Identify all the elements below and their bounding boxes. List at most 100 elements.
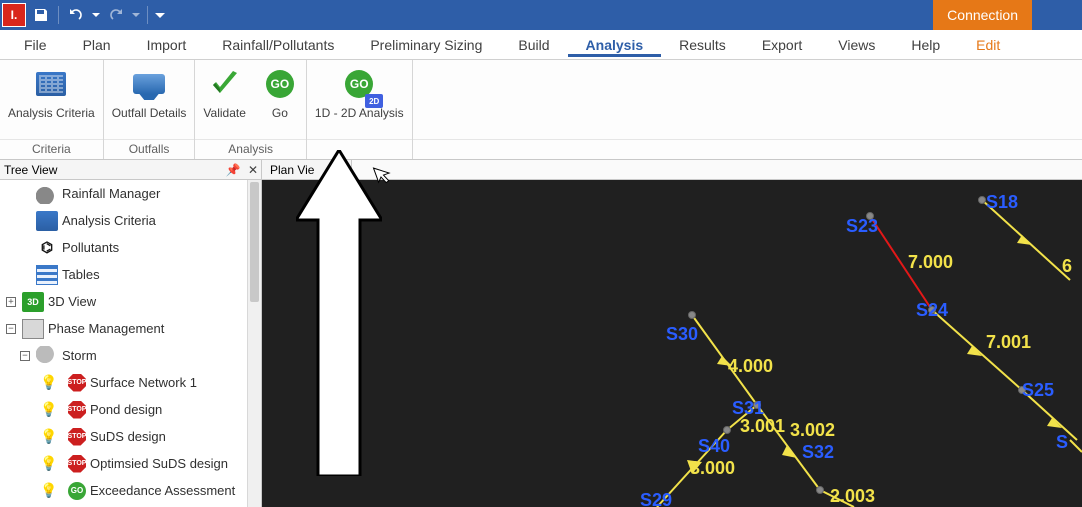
tree-item-optimised-suds[interactable]: 💡 STOP Optimsied SuDS design bbox=[0, 450, 247, 477]
node-dot[interactable] bbox=[816, 486, 824, 494]
tree-item-label: Surface Network 1 bbox=[90, 375, 197, 390]
menu-views[interactable]: Views bbox=[820, 33, 893, 57]
separator bbox=[58, 6, 59, 24]
tree-item-label: Storm bbox=[62, 348, 97, 363]
redo-icon[interactable] bbox=[105, 4, 127, 26]
tree-item-label: Tables bbox=[62, 267, 100, 282]
ribbon-btn-label: Outfall Details bbox=[112, 106, 187, 120]
tree-item-tables[interactable]: Tables bbox=[0, 261, 247, 288]
tree-item-storm[interactable]: − Storm bbox=[0, 342, 247, 369]
validate-button[interactable]: Validate bbox=[195, 60, 253, 139]
close-icon[interactable]: ✕ bbox=[245, 163, 261, 177]
tree-item-pond-design[interactable]: 💡 STOP Pond design bbox=[0, 396, 247, 423]
collapse-icon[interactable]: − bbox=[6, 324, 16, 334]
plan-view-panel: Plan Vie bbox=[262, 160, 1082, 507]
grid-icon bbox=[36, 211, 58, 231]
tree-item-surface-network[interactable]: 💡 STOP Surface Network 1 bbox=[0, 369, 247, 396]
ribbon-group-criteria: Analysis Criteria Criteria bbox=[0, 60, 104, 159]
menu-analysis[interactable]: Analysis bbox=[568, 33, 662, 57]
menu-results[interactable]: Results bbox=[661, 33, 744, 57]
ribbon-btn-label: Analysis Criteria bbox=[8, 106, 95, 120]
tree-item-label: Pollutants bbox=[62, 240, 119, 255]
bulb-icon: 💡 bbox=[38, 481, 60, 501]
tab-strip bbox=[352, 160, 1082, 180]
ribbon-empty bbox=[413, 60, 1082, 159]
tree-item-label: Phase Management bbox=[48, 321, 164, 336]
tree-item-label: Analysis Criteria bbox=[62, 213, 156, 228]
menu-build[interactable]: Build bbox=[500, 33, 567, 57]
node-label: S40 bbox=[698, 436, 730, 457]
expand-icon[interactable]: + bbox=[6, 297, 16, 307]
ribbon-group-label: Criteria bbox=[0, 139, 103, 159]
node-label: S30 bbox=[666, 324, 698, 345]
qat-customize-icon[interactable] bbox=[154, 4, 166, 26]
menu-help[interactable]: Help bbox=[893, 33, 958, 57]
plan-canvas[interactable]: S18 S23 S24 S25 S30 S31 S32 S40 S29 S 7.… bbox=[262, 180, 1082, 507]
tree-item-label: 3D View bbox=[48, 294, 96, 309]
tree-body: Rainfall Manager Analysis Criteria ⌬ Pol… bbox=[0, 180, 261, 507]
node-dot[interactable] bbox=[723, 426, 731, 434]
link-label: 3.002 bbox=[790, 420, 835, 441]
save-icon[interactable] bbox=[30, 4, 52, 26]
tree-item-label: Pond design bbox=[90, 402, 162, 417]
ribbon-group-label: Analysis bbox=[195, 139, 305, 159]
bulb-icon: 💡 bbox=[38, 373, 60, 393]
phase-icon bbox=[22, 319, 44, 339]
node-label: S25 bbox=[1022, 380, 1054, 401]
menu-export[interactable]: Export bbox=[744, 33, 820, 57]
1d-2d-analysis-button[interactable]: GO 2D 1D - 2D Analysis bbox=[307, 60, 412, 139]
link-label: 2.003 bbox=[830, 486, 875, 507]
ribbon-btn-label: 1D - 2D Analysis bbox=[315, 106, 404, 120]
tree-item-suds-design[interactable]: 💡 STOP SuDS design bbox=[0, 423, 247, 450]
ribbon: Analysis Criteria Criteria Outfall Detai… bbox=[0, 60, 1082, 160]
collapse-icon[interactable]: − bbox=[20, 351, 30, 361]
link-label: 4.000 bbox=[728, 356, 773, 377]
tree-item-pollutants[interactable]: ⌬ Pollutants bbox=[0, 234, 247, 261]
undo-dropdown-icon[interactable] bbox=[91, 4, 101, 26]
node-label: S24 bbox=[916, 300, 948, 321]
checkmark-icon bbox=[207, 66, 243, 102]
vertical-scrollbar[interactable] bbox=[247, 180, 261, 507]
table-icon bbox=[36, 265, 58, 285]
ribbon-group-1d2d: GO 2D 1D - 2D Analysis bbox=[307, 60, 413, 159]
ribbon-group-outfalls: Outfall Details Outfalls bbox=[104, 60, 196, 159]
analysis-criteria-button[interactable]: Analysis Criteria bbox=[0, 60, 103, 139]
tree-item-analysis-criteria[interactable]: Analysis Criteria bbox=[0, 207, 247, 234]
menu-bar: File Plan Import Rainfall/Pollutants Pre… bbox=[0, 30, 1082, 60]
connection-button[interactable]: Connection bbox=[933, 0, 1032, 30]
link-label: 7.001 bbox=[986, 332, 1031, 353]
node-dot[interactable] bbox=[688, 311, 696, 319]
ribbon-group-analysis: Validate GO Go Analysis bbox=[195, 60, 306, 159]
pin-icon[interactable]: 📌 bbox=[225, 163, 241, 177]
link-label: 6 bbox=[1062, 256, 1072, 277]
ribbon-btn-label: Go bbox=[272, 106, 288, 120]
undo-icon[interactable] bbox=[65, 4, 87, 26]
node-label: S bbox=[1056, 432, 1068, 453]
app-icon[interactable]: I. bbox=[2, 3, 26, 27]
outfall-details-button[interactable]: Outfall Details bbox=[104, 60, 195, 139]
tree-item-rainfall-manager[interactable]: Rainfall Manager bbox=[0, 180, 247, 207]
go-button[interactable]: GO Go bbox=[254, 60, 306, 139]
tree-item-label: Exceedance Assessment bbox=[90, 483, 235, 498]
stop-icon: STOP bbox=[68, 455, 86, 473]
menu-plan[interactable]: Plan bbox=[65, 33, 129, 57]
tab-label: Plan Vie bbox=[270, 163, 314, 177]
ribbon-group-label bbox=[307, 139, 412, 159]
menu-edit[interactable]: Edit bbox=[958, 33, 1018, 57]
cube-3d-icon: 3D bbox=[22, 292, 44, 312]
tree-item-exceedance-assessment[interactable]: 💡 GO Exceedance Assessment bbox=[0, 477, 247, 504]
tree-view-header: Tree View 📌 ✕ bbox=[0, 160, 261, 180]
menu-preliminary-sizing[interactable]: Preliminary Sizing bbox=[352, 33, 500, 57]
redo-dropdown-icon[interactable] bbox=[131, 4, 141, 26]
title-bar: I. Connection bbox=[0, 0, 1082, 30]
menu-rainfall-pollutants[interactable]: Rainfall/Pollutants bbox=[204, 33, 352, 57]
cloud-icon bbox=[36, 184, 58, 204]
menu-file[interactable]: File bbox=[6, 33, 65, 57]
window-controls[interactable] bbox=[1032, 0, 1082, 30]
outfall-icon bbox=[133, 74, 165, 94]
menu-import[interactable]: Import bbox=[129, 33, 205, 57]
tree-item-3d-view[interactable]: + 3D 3D View bbox=[0, 288, 247, 315]
plan-view-tab[interactable]: Plan Vie bbox=[262, 160, 352, 180]
node-dot[interactable] bbox=[978, 196, 986, 204]
tree-item-phase-management[interactable]: − Phase Management bbox=[0, 315, 247, 342]
